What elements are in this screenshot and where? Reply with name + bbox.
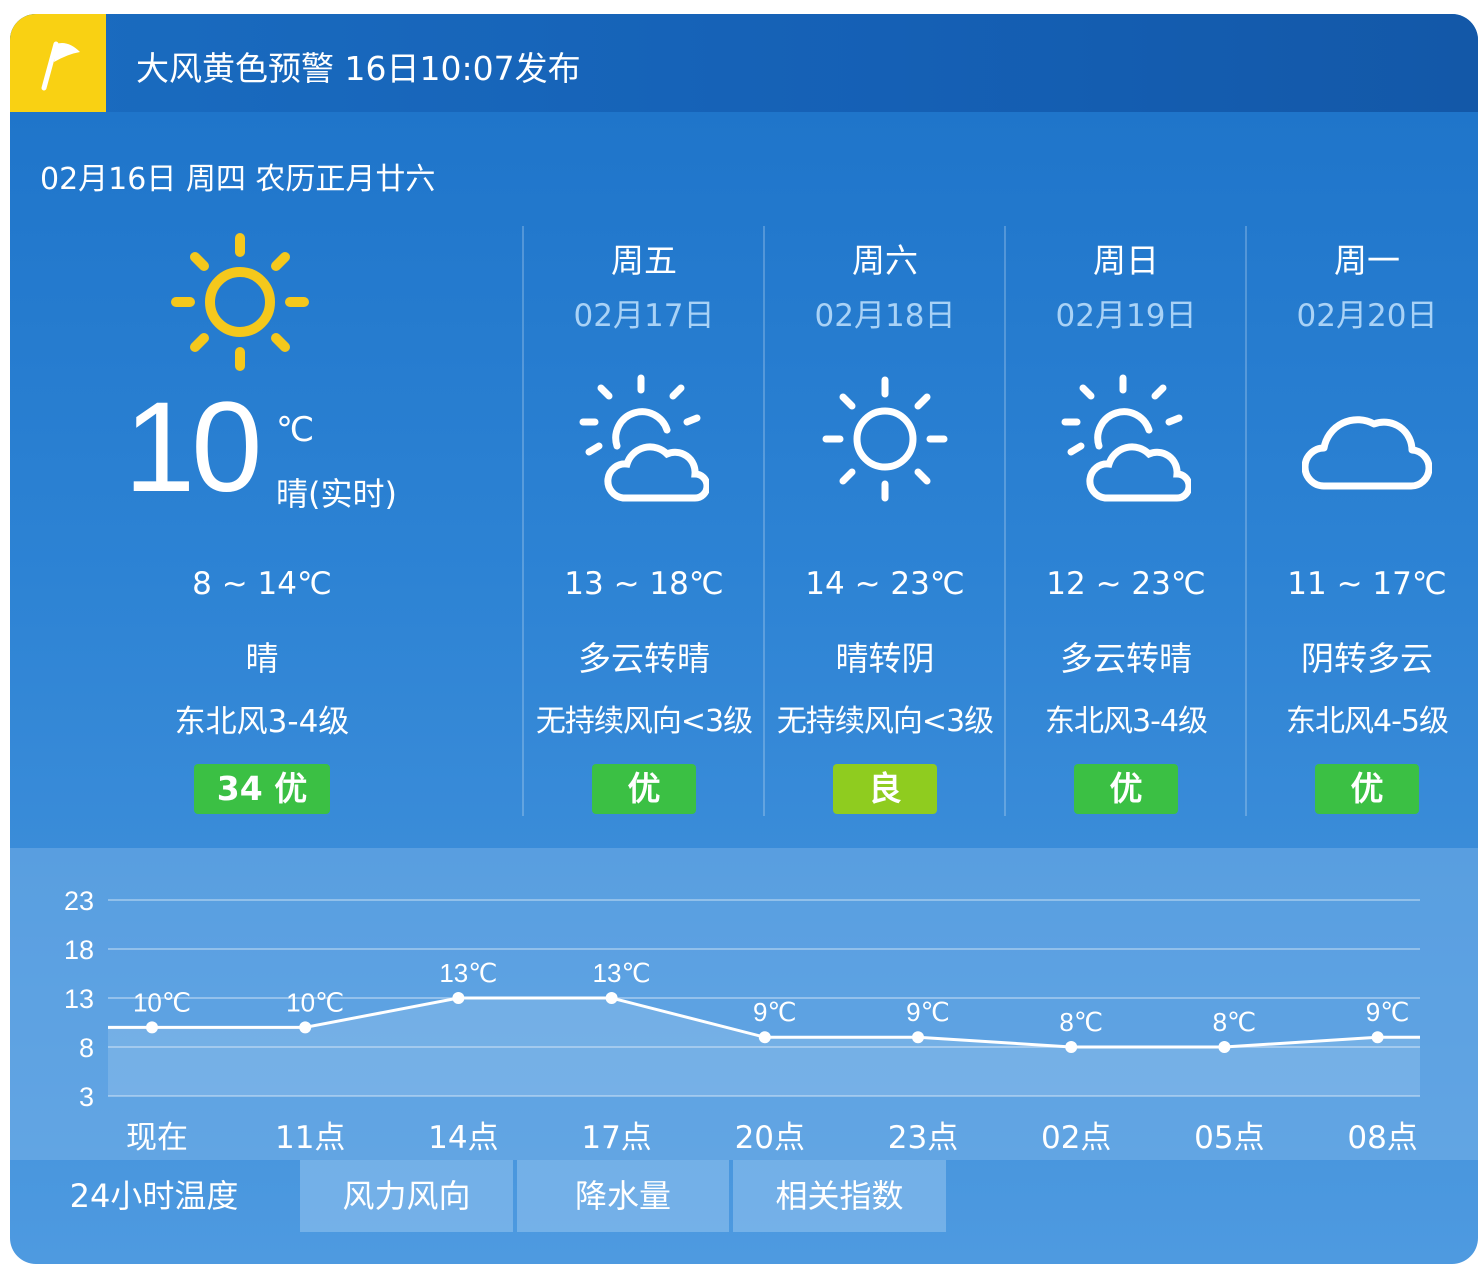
chart-tabs: 24小时温度 风力风向 降水量 相关指数 [10,1160,1478,1234]
forecast-day[interactable]: 周五 02月17日 13 ~ 18℃ 多云转晴 无持续风向<3级 优 [524,224,764,824]
current-date: 02月16日 周四 农历正月廿六 [40,162,436,197]
x-tick-label: 17点 [581,1120,651,1156]
partly-cloudy-icon [579,374,709,502]
forecast-wind: 无持续风向<3级 [535,704,753,739]
data-point [452,992,465,1004]
x-tick-label: 11点 [275,1120,345,1156]
x-tick-label: 现在 [126,1120,188,1156]
y-tick-label: 3 [79,1082,94,1112]
sun-icon [171,233,309,371]
tab-24h-temperature[interactable]: 24小时温度 [10,1160,298,1232]
cloud-icon [1302,416,1432,490]
data-point [912,1031,924,1044]
today-aqi-badge[interactable]: 34 优 [194,764,330,814]
data-point [758,1031,771,1044]
data-point [605,992,618,1004]
y-tick-label: 8 [79,1033,94,1063]
y-tick-label: 18 [64,935,94,965]
forecast-wind: 东北风3-4级 [1045,704,1208,739]
x-tick-label: 05点 [1194,1120,1264,1156]
data-point [1371,1031,1384,1044]
forecast-temp-range: 14 ~ 23℃ [805,566,965,602]
data-label: 9℃ [906,997,950,1027]
data-label: 13℃ [593,958,651,988]
tab-wind[interactable]: 风力风向 [300,1160,513,1232]
today-temp-range: 8 ~ 14℃ [192,566,332,602]
tab-precipitation[interactable]: 降水量 [517,1160,729,1232]
data-label: 8℃ [1213,1007,1257,1037]
temperature-unit: ℃ [276,410,315,450]
forecast-temp-range: 13 ~ 18℃ [564,566,724,602]
forecast-wind: 东北风4-5级 [1286,704,1449,739]
data-point [146,1021,158,1034]
forecast-day[interactable]: 周日 02月19日 12 ~ 23℃ 多云转晴 东北风3-4级 优 [1006,224,1246,824]
forecast-aqi-badge[interactable]: 优 [1315,764,1419,814]
x-tick-label: 20点 [735,1120,805,1156]
forecast-date: 02月17日 [573,298,715,334]
x-tick-label: 02点 [1041,1120,1111,1156]
current-temperature: 10 [124,376,262,519]
forecast-day[interactable]: 周一 02月20日 11 ~ 17℃ 阴转多云 东北风4-5级 优 [1247,224,1478,824]
forecast-weekday: 周五 [611,241,677,280]
x-tick-label: 14点 [428,1120,498,1156]
forecast-condition: 阴转多云 [1301,639,1433,678]
data-label: 10℃ [133,987,191,1017]
x-tick-label: 08点 [1347,1120,1417,1156]
alert-bar[interactable]: 大风黄色预警 16日10:07发布 [10,14,1478,112]
forecast-date: 02月20日 [1296,298,1438,334]
data-point [299,1021,312,1034]
today-wind: 东北风3-4级 [174,704,350,740]
forecast-temp-range: 11 ~ 17℃ [1287,566,1447,602]
forecast-condition: 多云转晴 [1060,639,1192,678]
data-label: 13℃ [439,958,497,988]
tab-indices[interactable]: 相关指数 [733,1160,946,1232]
sun-icon [822,376,948,502]
y-tick-label: 23 [64,886,94,916]
x-tick-label: 23点 [888,1120,958,1156]
forecast-weekday: 周日 [1093,241,1159,280]
forecast-condition: 多云转晴 [578,639,710,678]
flag-icon [41,41,80,91]
forecast-aqi-badge[interactable]: 优 [1074,764,1178,814]
forecast-date: 02月18日 [814,298,956,334]
forecast-weekday: 周六 [852,241,918,280]
partly-cloudy-icon [1061,374,1191,502]
data-label: 9℃ [1366,997,1410,1027]
weather-widget: 大风黄色预警 16日10:07发布 02月16日 周四 农历正月廿六 10 ℃ … [10,14,1478,1264]
forecast-aqi-badge[interactable]: 良 [833,764,937,814]
data-point [1065,1041,1078,1053]
today-weather: 晴 [245,639,279,678]
forecast-day[interactable]: 周六 02月18日 14 ~ 23℃ 晴转阴 无持续风向<3级 良 [765,224,1005,824]
temperature-chart: 23 18 13 8 3 10℃ 现在 10℃ 11点 13℃ 14点 13℃ 17点 9℃ 20点 9℃ 23… [64,886,1420,1156]
current-condition: 晴(实时) [276,475,397,513]
alert-text[interactable]: 大风黄色预警 16日10:07发布 [136,42,581,90]
forecast-aqi-badge[interactable]: 优 [592,764,696,814]
data-label: 10℃ [286,987,344,1017]
data-point [1218,1041,1231,1053]
forecast-weekday: 周一 [1334,241,1400,280]
y-tick-label: 13 [64,984,94,1014]
data-label: 9℃ [753,997,797,1027]
data-label: 8℃ [1059,1007,1103,1037]
forecast-temp-range: 12 ~ 23℃ [1046,566,1206,602]
alert-flag-badge [10,14,106,112]
forecast-wind: 无持续风向<3级 [776,704,994,739]
forecast-date: 02月19日 [1055,298,1197,334]
forecast-condition: 晴转阴 [835,639,935,678]
